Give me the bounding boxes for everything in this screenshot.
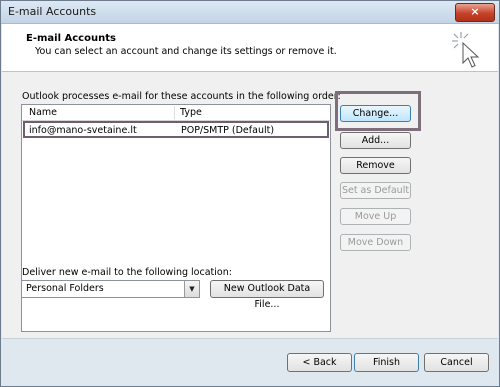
set-default-button-label: Set as Default xyxy=(341,185,410,196)
wizard-content: Outlook processes e-mail for these accou… xyxy=(2,72,498,338)
cancel-button-label: Cancel xyxy=(440,357,473,368)
add-button[interactable]: Add... xyxy=(340,132,411,149)
header-title: E-mail Accounts xyxy=(26,33,116,44)
column-header-type[interactable]: Type xyxy=(180,107,202,118)
delivery-location-value: Personal Folders xyxy=(26,283,104,294)
chevron-down-icon[interactable]: ▼ xyxy=(184,281,199,297)
move-up-button-label: Move Up xyxy=(354,211,397,222)
change-button-label: Change... xyxy=(352,108,399,119)
add-button-label: Add... xyxy=(361,135,390,146)
window-title: E-mail Accounts xyxy=(8,5,97,18)
account-name: info@mano-svetaine.lt xyxy=(29,125,137,136)
email-accounts-dialog: E-mail Accounts × E-mail Accounts You ca… xyxy=(0,0,500,387)
new-outlook-data-file-button[interactable]: New Outlook Data File... xyxy=(210,280,324,310)
delivery-location-select[interactable]: Personal Folders ▼ xyxy=(21,280,200,298)
list-header: Name Type xyxy=(22,105,330,121)
close-icon: × xyxy=(470,5,480,18)
deliver-location-label: Deliver new e-mail to the following loca… xyxy=(22,267,232,278)
accounts-order-label: Outlook processes e-mail for these accou… xyxy=(22,91,341,102)
back-button-label: < Back xyxy=(302,357,337,368)
column-header-name[interactable]: Name xyxy=(29,107,57,118)
finish-button-label: Finish xyxy=(372,357,401,368)
column-divider[interactable] xyxy=(174,106,175,119)
change-button[interactable]: Change... xyxy=(340,105,411,122)
wizard-header: E-mail Accounts You can select an accoun… xyxy=(2,24,498,72)
cursor-sparkle-icon xyxy=(452,32,480,68)
account-type: POP/SMTP (Default) xyxy=(181,125,275,136)
account-row[interactable]: info@mano-svetaine.lt POP/SMTP (Default) xyxy=(23,121,329,138)
close-button[interactable]: × xyxy=(455,3,495,22)
back-button[interactable]: < Back xyxy=(287,353,352,372)
remove-button-label: Remove xyxy=(356,160,395,171)
title-bar[interactable]: E-mail Accounts × xyxy=(1,1,499,24)
cancel-button[interactable]: Cancel xyxy=(424,353,489,372)
move-up-button[interactable]: Move Up xyxy=(340,208,411,225)
move-down-button[interactable]: Move Down xyxy=(340,234,411,251)
wizard-footer: < Back Finish Cancel xyxy=(2,339,498,385)
header-subtitle: You can select an account and change its… xyxy=(35,46,337,57)
set-default-button[interactable]: Set as Default xyxy=(340,182,411,199)
move-down-button-label: Move Down xyxy=(347,237,404,248)
remove-button[interactable]: Remove xyxy=(340,157,411,174)
finish-button[interactable]: Finish xyxy=(354,353,419,372)
